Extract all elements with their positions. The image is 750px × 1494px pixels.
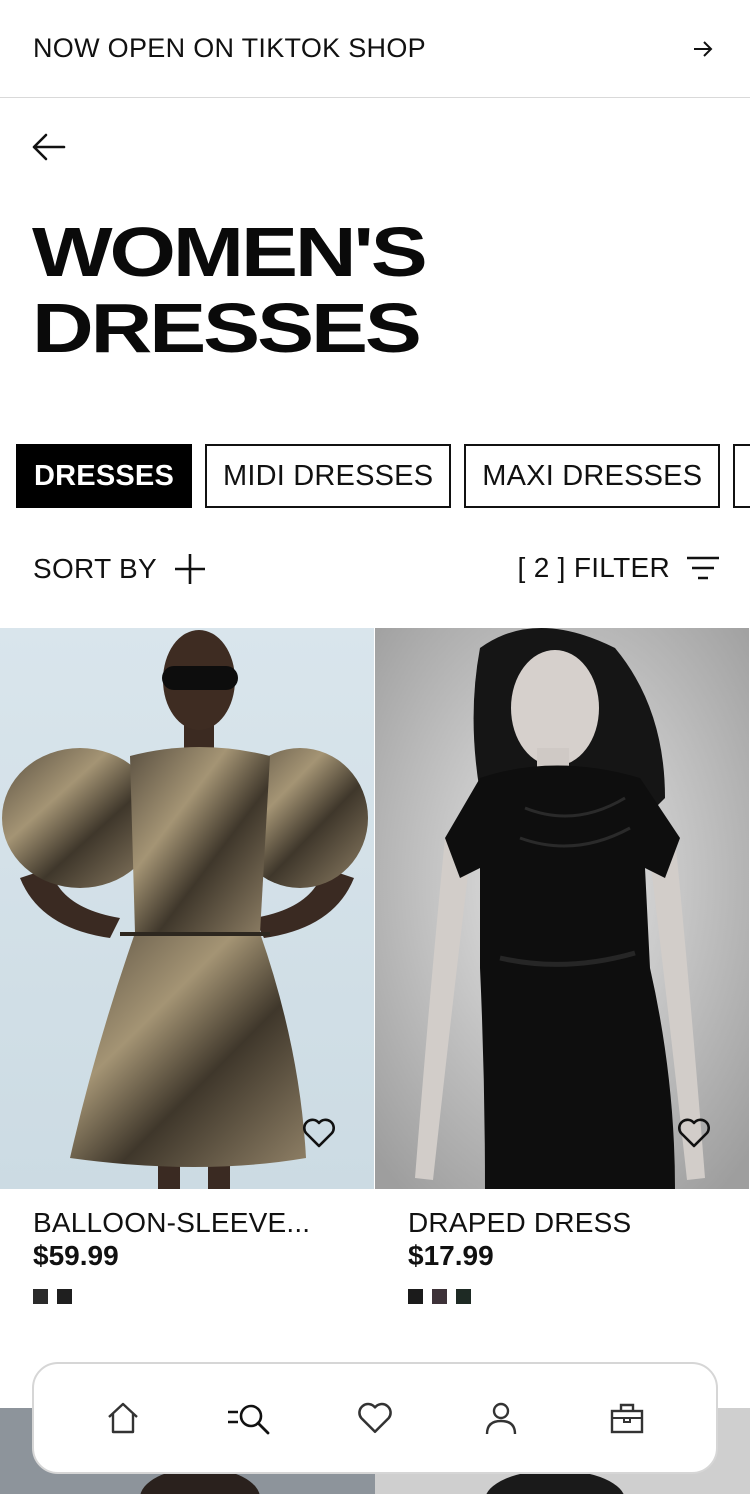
chip-midi-dresses[interactable]: MIDI DRESSES — [205, 444, 452, 508]
sort-by-button[interactable]: SORT BY — [33, 552, 207, 586]
filter-button[interactable]: [ 2 ] FILTER — [518, 552, 720, 584]
page-title: WOMEN'S DRESSES — [32, 213, 428, 367]
nav-search[interactable] — [219, 1388, 279, 1448]
chip-next-partial[interactable]: S — [733, 444, 750, 508]
home-icon — [108, 1402, 138, 1434]
banner-text: NOW OPEN ON TIKTOK SHOP — [33, 33, 426, 63]
color-swatch[interactable] — [456, 1289, 471, 1304]
filter-label: [ 2 ] FILTER — [517, 552, 670, 583]
category-chip-row: DRESSESMIDI DRESSESMAXI DRESSESS — [16, 444, 750, 508]
color-swatch[interactable] — [33, 1289, 48, 1304]
chip-dresses[interactable]: DRESSES — [16, 444, 192, 508]
search-menu-icon — [228, 1404, 270, 1435]
shopping-bag-icon — [610, 1403, 644, 1434]
product-photo-black-dress — [375, 628, 749, 1189]
product-image[interactable] — [0, 628, 374, 1189]
nav-account[interactable] — [471, 1388, 531, 1448]
nav-bag[interactable] — [597, 1388, 657, 1448]
filter-lines-icon — [687, 556, 719, 580]
heart-icon — [358, 1402, 392, 1434]
nav-wishlist[interactable] — [345, 1388, 405, 1448]
product-card[interactable]: BALLOON-SLEEVE... $59.99 — [0, 628, 375, 1304]
product-card[interactable]: DRAPED DRESS $17.99 — [375, 628, 750, 1304]
wishlist-heart-icon[interactable] — [302, 1117, 336, 1149]
wishlist-heart-icon[interactable] — [677, 1117, 711, 1149]
user-icon — [485, 1402, 517, 1435]
product-photo-metallic-dress — [0, 628, 374, 1189]
product-price: $17.99 — [408, 1240, 494, 1271]
arrow-left-icon[interactable] — [30, 128, 68, 166]
nav-home[interactable] — [93, 1388, 153, 1448]
bottom-navigation — [32, 1362, 718, 1474]
page-title-line2: DRESSES — [32, 289, 422, 367]
promo-banner[interactable]: NOW OPEN ON TIKTOK SHOP — [0, 0, 750, 98]
plus-icon — [175, 554, 205, 584]
product-image[interactable] — [375, 628, 749, 1189]
chip-maxi-dresses[interactable]: MAXI DRESSES — [464, 444, 721, 508]
arrow-right-icon — [694, 40, 713, 57]
product-price: $59.99 — [33, 1240, 119, 1271]
page-title-line1: WOMEN'S — [32, 213, 428, 291]
color-swatches — [408, 1289, 480, 1304]
color-swatch[interactable] — [432, 1289, 447, 1304]
product-name[interactable]: DRAPED DRESS — [408, 1207, 631, 1239]
product-name[interactable]: BALLOON-SLEEVE... — [33, 1207, 310, 1239]
sort-by-label: SORT BY — [33, 553, 157, 584]
color-swatch[interactable] — [57, 1289, 72, 1304]
color-swatch[interactable] — [408, 1289, 423, 1304]
color-swatches — [33, 1289, 81, 1304]
